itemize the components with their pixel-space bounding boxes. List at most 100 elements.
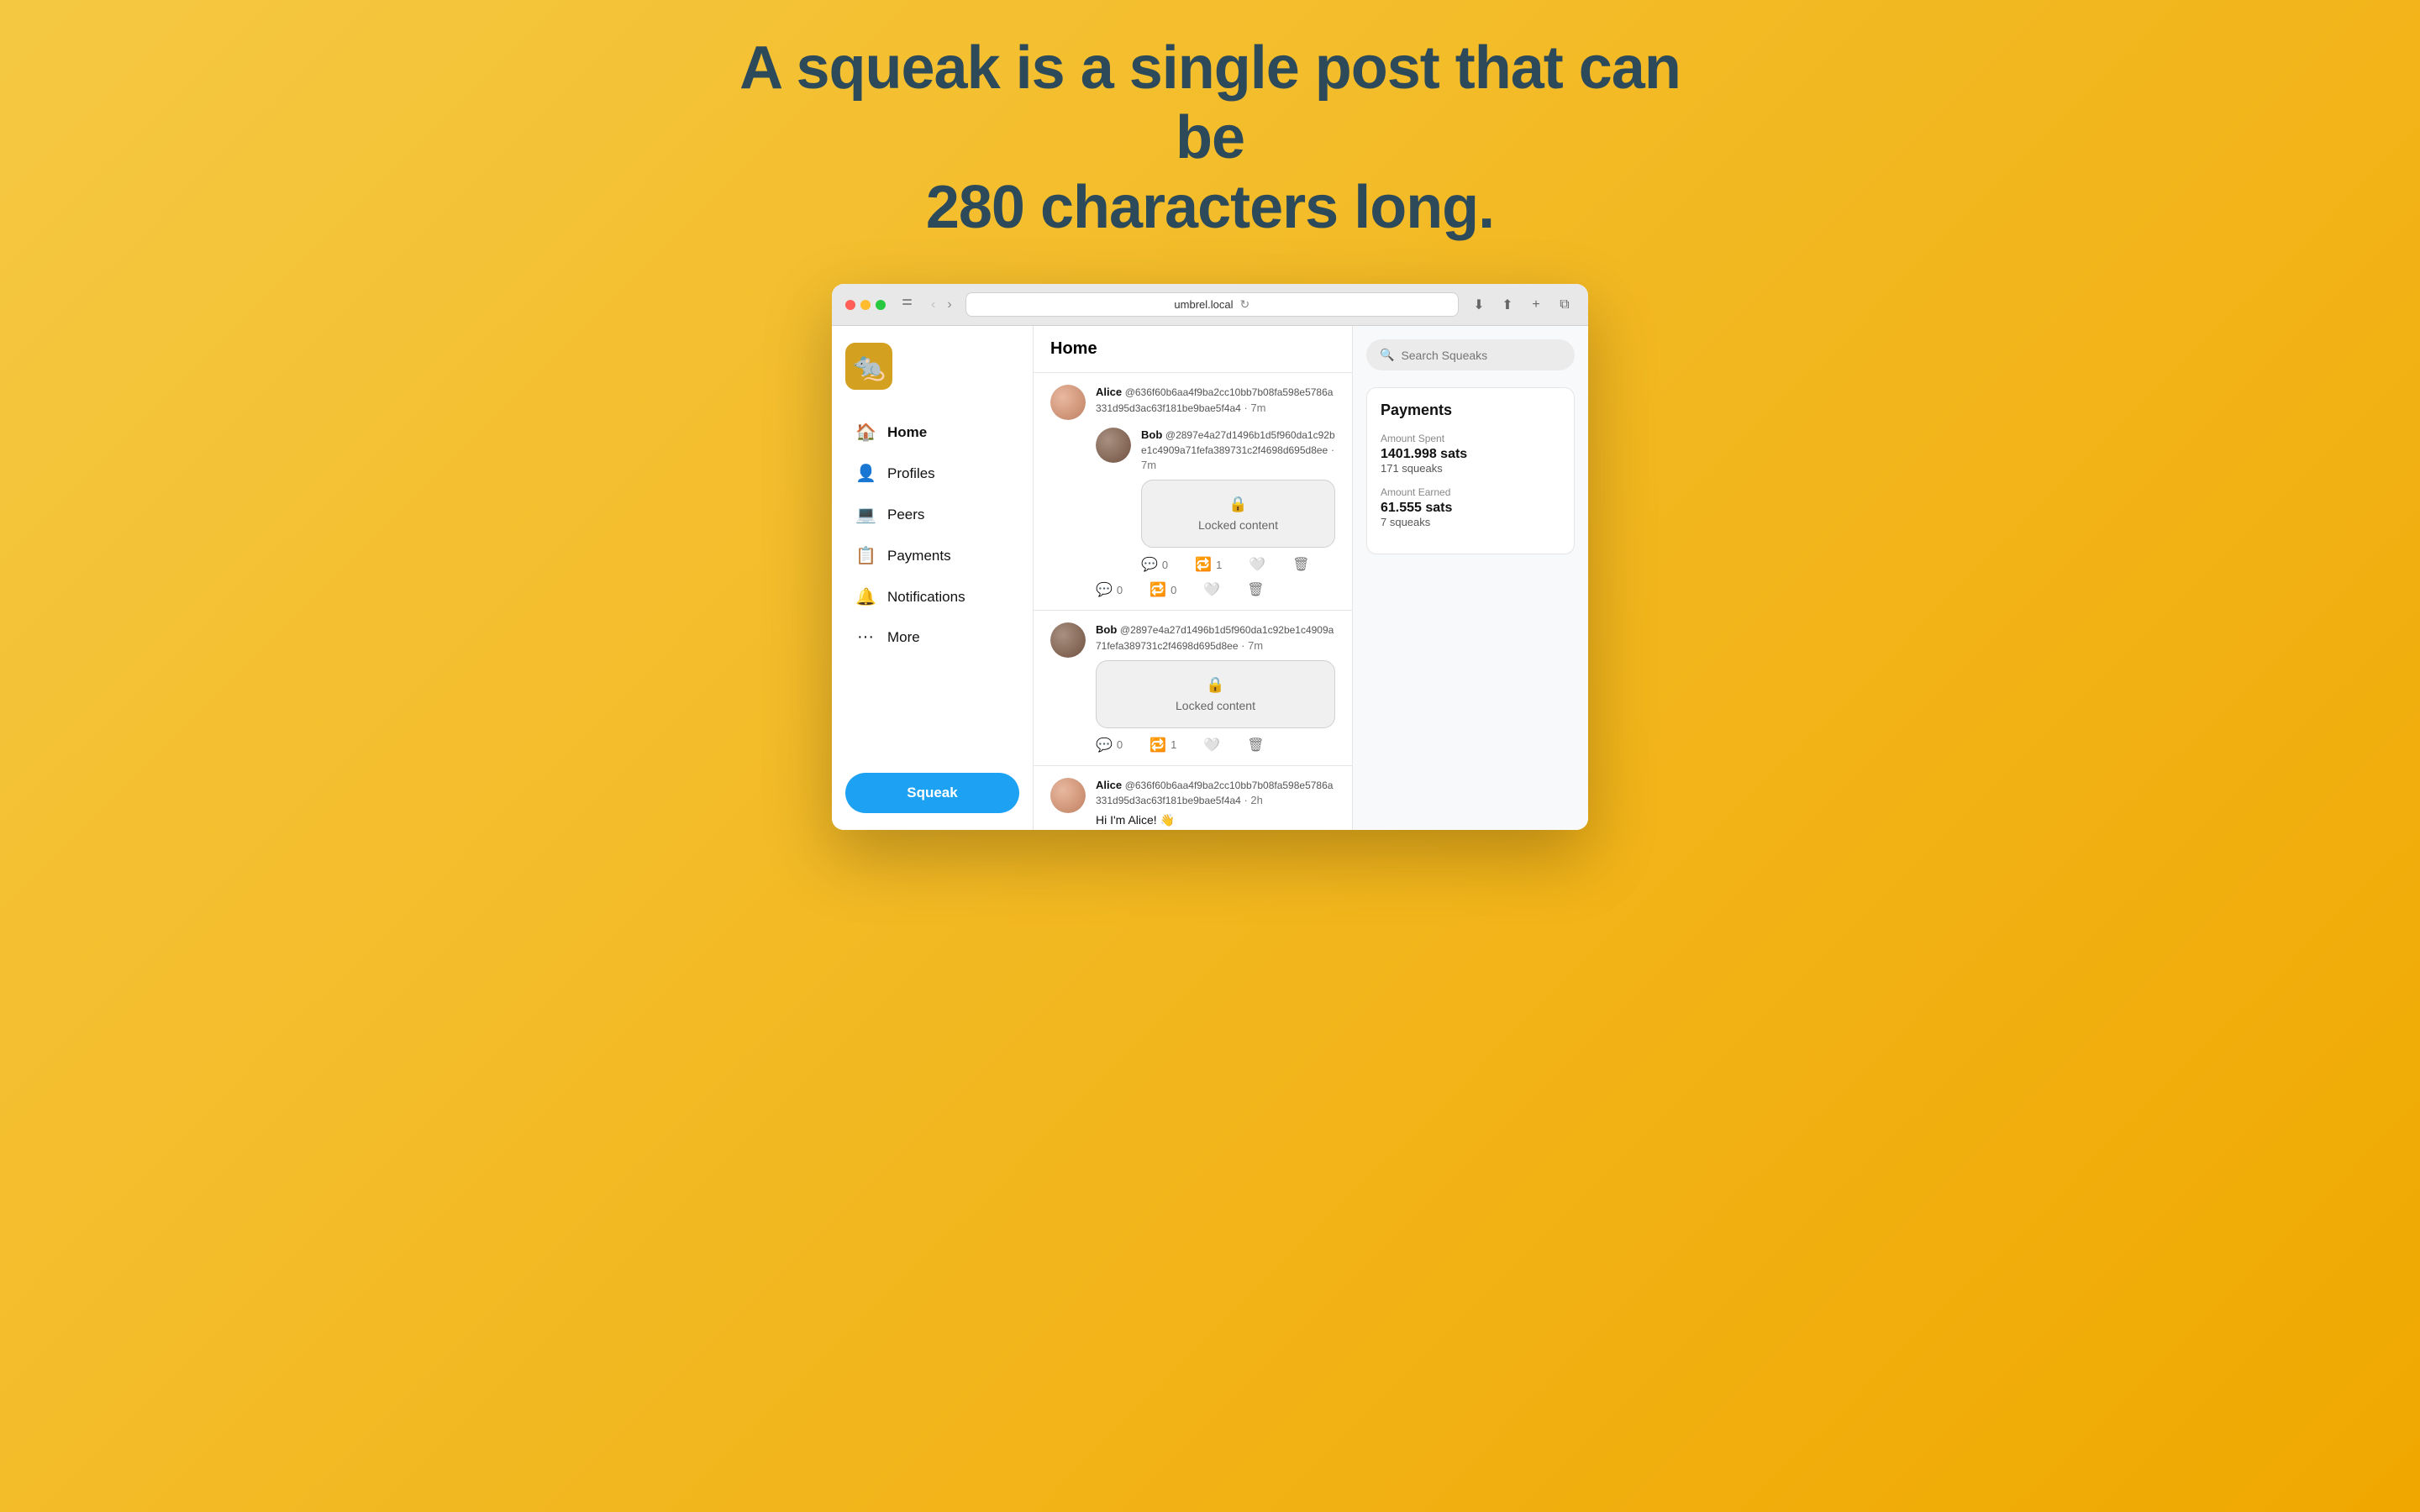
list-item: Alice @636f60b6aa4f9ba2cc10bb7b08fa598e5… [1034, 766, 1352, 831]
post-text: Hi I'm Alice! 👋 [1096, 813, 1335, 827]
sidebar-item-notifications[interactable]: 🔔 Notifications [845, 578, 1019, 616]
home-icon: 🏠 [855, 422, 876, 443]
comment-button[interactable]: 💬 0 [1096, 737, 1123, 753]
browser-chrome: ‹ › umbrel.local ↻ ⬇ ⬆ + ⧉ [832, 284, 1588, 326]
locked-content[interactable]: 🔒 Locked content [1096, 660, 1335, 728]
squeaks-spent: 171 squeaks [1381, 462, 1560, 475]
close-button[interactable] [845, 300, 855, 310]
back-button[interactable]: ‹ [928, 296, 939, 314]
comment-icon: 💬 [1141, 556, 1158, 573]
trash-icon: 🗑 [1247, 737, 1264, 753]
resqueak-icon: 🔁 [1150, 581, 1166, 598]
notifications-icon: 🔔 [855, 586, 876, 607]
heart-icon: 🤍 [1249, 556, 1265, 573]
trash-icon: 🗑 [1247, 581, 1264, 598]
search-bar[interactable]: 🔍 [1366, 339, 1575, 370]
resqueak-icon: 🔁 [1150, 737, 1166, 753]
address-bar[interactable]: umbrel.local ↻ [965, 292, 1459, 317]
right-panel: 🔍 Payments Amount Spent 1401.998 sats 17… [1353, 326, 1588, 830]
resqueak-button[interactable]: 🔁 1 [1150, 737, 1176, 753]
sidebar-item-profiles-label: Profiles [887, 465, 935, 482]
post-time: · 2h [1244, 794, 1262, 806]
delete-button[interactable]: 🗑 [1247, 581, 1264, 598]
avatar [1050, 385, 1086, 420]
post-handle: @636f60b6aa4f9ba2cc10bb7b08fa598e5786a33… [1096, 386, 1333, 413]
comment-button[interactable]: 💬 0 [1096, 581, 1123, 598]
tabs-icon[interactable]: ⧉ [1555, 295, 1575, 315]
browser-actions: ⬇ ⬆ + ⧉ [1469, 295, 1575, 315]
post-header: Bob @2897e4a27d1496b1d5f960da1c92be1c490… [1050, 622, 1335, 753]
like-button[interactable]: 🤍 [1203, 737, 1220, 753]
sidebar-item-notifications-label: Notifications [887, 589, 965, 606]
new-tab-icon[interactable]: + [1526, 295, 1546, 315]
hero-line1: A squeak is a single post that can be [739, 34, 1681, 171]
nested-post-header: Bob @2897e4a27d1496b1d5f960da1c92be1c490… [1096, 428, 1335, 574]
amount-spent-label: Amount Spent [1381, 433, 1560, 444]
share-icon[interactable]: ⬆ [1497, 295, 1518, 315]
amount-earned-value: 61.555 sats [1381, 501, 1560, 516]
list-item: Bob @2897e4a27d1496b1d5f960da1c92be1c490… [1034, 611, 1352, 765]
resqueak-button[interactable]: 🔁 1 [1195, 556, 1222, 573]
sidebar-item-more[interactable]: ··· More [845, 619, 1019, 655]
nested-post-author: Bob [1141, 428, 1162, 441]
browser-window: ‹ › umbrel.local ↻ ⬇ ⬆ + ⧉ 🐀 🏠 Home 👤 [832, 284, 1588, 830]
resqueak-button[interactable]: 🔁 0 [1150, 581, 1176, 598]
list-item: Alice @636f60b6aa4f9ba2cc10bb7b08fa598e5… [1034, 373, 1352, 611]
minimize-button[interactable] [860, 300, 871, 310]
maximize-button[interactable] [876, 300, 886, 310]
sidebar-item-home[interactable]: 🏠 Home [845, 413, 1019, 451]
traffic-lights [845, 300, 886, 310]
amount-spent-value: 1401.998 sats [1381, 447, 1560, 462]
resqueak-icon: 🔁 [1195, 556, 1212, 573]
like-button[interactable]: 🤍 [1203, 581, 1220, 598]
sidebar-item-profiles[interactable]: 👤 Profiles [845, 454, 1019, 492]
post-actions: 💬 0 🔁 0 🤍 🗑 [1096, 581, 1335, 598]
comment-icon: 💬 [1096, 737, 1113, 753]
trash-icon: 🗑 [1292, 556, 1309, 573]
heart-icon: 🤍 [1203, 581, 1220, 598]
sidebar-toggle-icon[interactable] [902, 299, 918, 311]
avatar [1096, 428, 1131, 463]
locked-content[interactable]: 🔒 Locked content [1141, 480, 1335, 548]
search-input[interactable] [1401, 349, 1561, 362]
post-author: Bob [1096, 623, 1117, 636]
resqueak-count: 0 [1171, 584, 1176, 596]
post-author: Alice [1096, 779, 1122, 791]
main-feed: Home Alice @636f60b6aa4f9ba2cc10bb7b08fa… [1034, 326, 1353, 830]
nested-post: Bob @2897e4a27d1496b1d5f960da1c92be1c490… [1096, 428, 1335, 574]
comment-count: 0 [1117, 738, 1123, 751]
hero-text: A squeak is a single post that can be 28… [706, 34, 1714, 242]
nested-post-content: Bob @2897e4a27d1496b1d5f960da1c92be1c490… [1141, 428, 1335, 574]
sidebar-item-payments[interactable]: 📋 Payments [845, 537, 1019, 575]
nested-post-actions: 💬 0 🔁 1 🤍 [1141, 556, 1335, 573]
download-icon[interactable]: ⬇ [1469, 295, 1489, 315]
forward-button[interactable]: › [944, 296, 955, 314]
post-handle: @636f60b6aa4f9ba2cc10bb7b08fa598e5786a33… [1096, 780, 1333, 806]
logo-icon: 🐀 [852, 350, 886, 382]
hero-line2: 280 characters long. [926, 174, 1494, 241]
sidebar-item-more-label: More [887, 629, 920, 646]
app-layout: 🐀 🏠 Home 👤 Profiles 💻 Peers 📋 Payments 🔔… [832, 326, 1588, 830]
peers-icon: 💻 [855, 504, 876, 525]
comment-button[interactable]: 💬 0 [1141, 556, 1168, 573]
search-icon: 🔍 [1380, 348, 1394, 362]
resqueak-count: 1 [1216, 559, 1222, 571]
avatar [1050, 778, 1086, 813]
payments-icon: 📋 [855, 545, 876, 566]
url-text: umbrel.local [1174, 298, 1233, 311]
delete-button[interactable]: 🗑 [1292, 556, 1309, 573]
payments-title: Payments [1381, 402, 1560, 419]
comment-count: 0 [1162, 559, 1168, 571]
lock-icon: 🔒 [1228, 496, 1247, 513]
nested-post-handle: @2897e4a27d1496b1d5f960da1c92be1c4909a71… [1141, 429, 1335, 456]
locked-content-label: Locked content [1176, 699, 1255, 712]
squeak-button[interactable]: Squeak [845, 773, 1019, 813]
sidebar: 🐀 🏠 Home 👤 Profiles 💻 Peers 📋 Payments 🔔… [832, 326, 1034, 830]
post-content: Bob @2897e4a27d1496b1d5f960da1c92be1c490… [1096, 622, 1335, 753]
delete-button[interactable]: 🗑 [1247, 737, 1264, 753]
sidebar-item-peers[interactable]: 💻 Peers [845, 496, 1019, 533]
post-handle: @2897e4a27d1496b1d5f960da1c92be1c4909a71… [1096, 624, 1334, 651]
sidebar-item-payments-label: Payments [887, 548, 951, 564]
reload-button[interactable]: ↻ [1240, 297, 1250, 312]
like-button[interactable]: 🤍 [1249, 556, 1265, 573]
